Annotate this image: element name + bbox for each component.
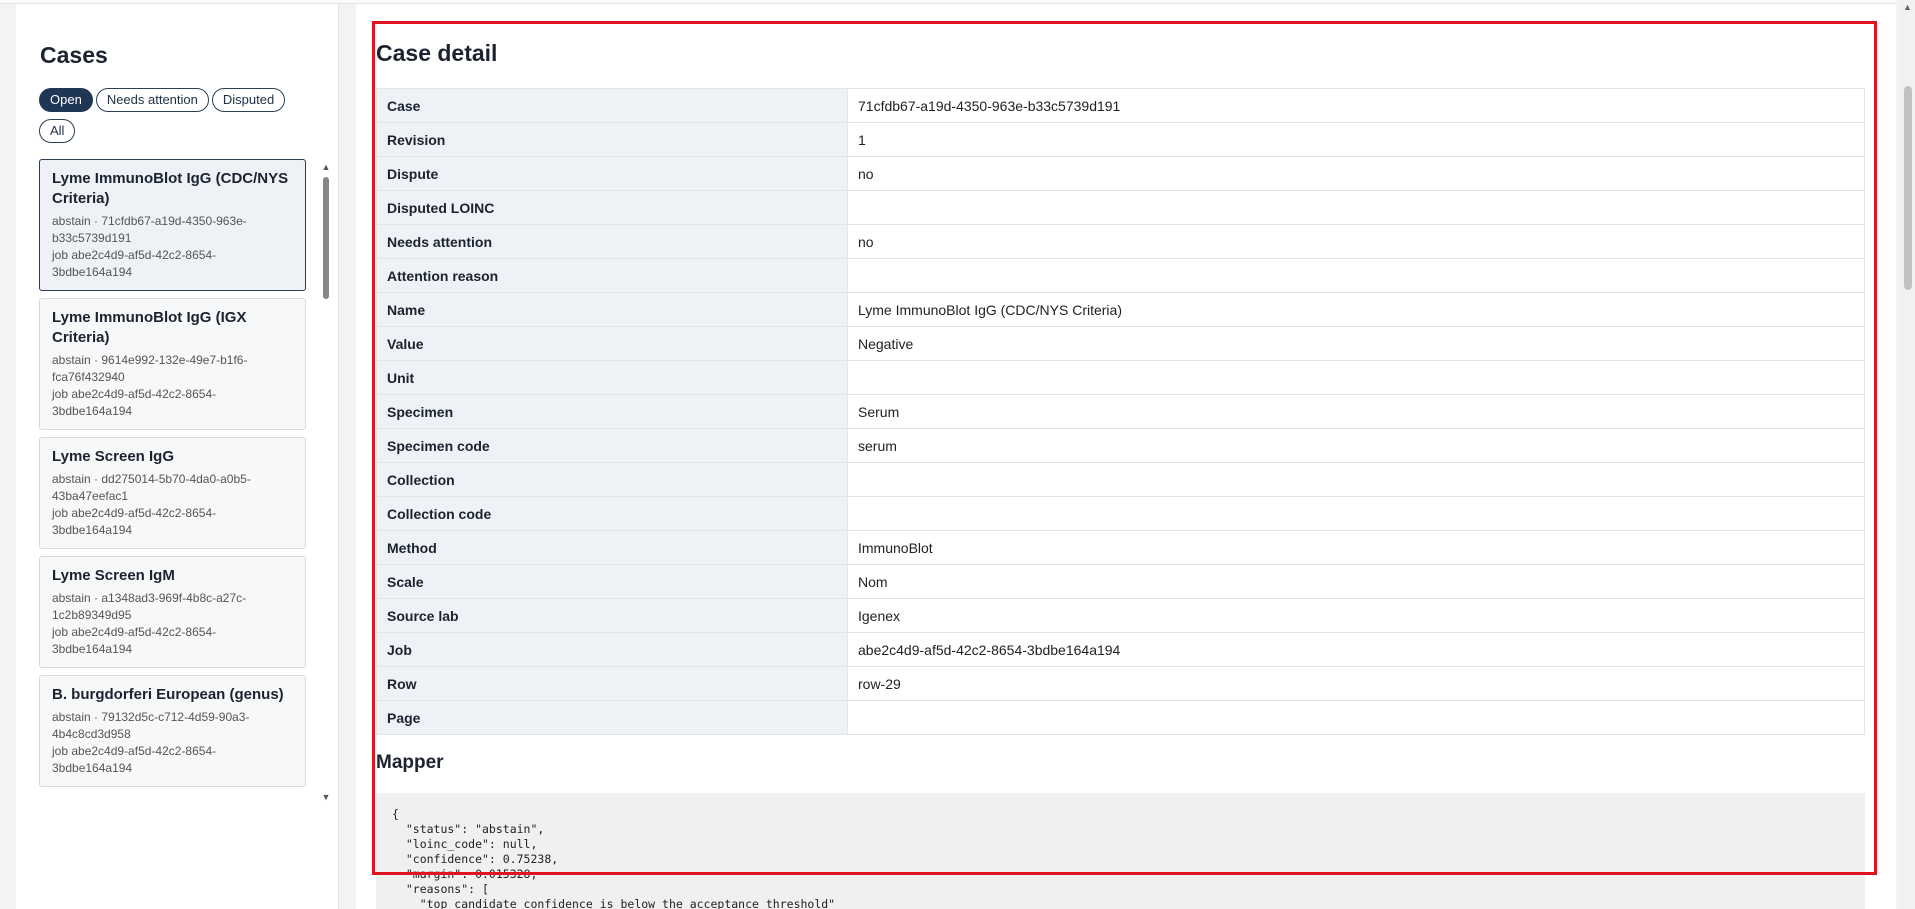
case-job: job abe2c4d9-af5d-42c2-8654-3bdbe164a194: [52, 625, 217, 656]
detail-row: Dispute no: [376, 156, 1865, 191]
detail-key: Name: [376, 292, 848, 327]
detail-key: Collection code: [376, 496, 848, 531]
detail-value: serum: [847, 428, 1865, 463]
case-status-id: abstain · dd275014-5b70-4da0-a0b5-43ba47…: [52, 472, 251, 503]
mapper-title: Mapper: [376, 752, 444, 773]
detail-value: abe2c4d9-af5d-42c2-8654-3bdbe164a194: [847, 632, 1865, 667]
case-status-id: abstain · 79132d5c-c712-4d59-90a3-4b4c8c…: [52, 710, 250, 741]
detail-row: Job abe2c4d9-af5d-42c2-8654-3bdbe164a194: [376, 632, 1865, 667]
case-title: Lyme ImmunoBlot IgG (IGX Criteria): [52, 309, 247, 346]
detail-key: Page: [376, 700, 848, 735]
case-list-item[interactable]: B. burgdorferi European (genus) abstain ·…: [39, 675, 306, 787]
case-status-id: abstain · 9614e992-132e-49e7-b1f6-fca76f…: [52, 353, 248, 384]
detail-key: Collection: [376, 462, 848, 497]
detail-row: Row row-29: [376, 666, 1865, 701]
page-title: Case detail: [376, 40, 498, 66]
detail-value: Negative: [847, 326, 1865, 361]
detail-row: Specimen Serum: [376, 394, 1865, 429]
detail-value: no: [847, 156, 1865, 191]
detail-key: Dispute: [376, 156, 848, 191]
detail-value: Igenex: [847, 598, 1865, 633]
case-list[interactable]: Lyme ImmunoBlot IgG (CDC/NYS Criteria) ab…: [39, 159, 306, 799]
case-job: job abe2c4d9-af5d-42c2-8654-3bdbe164a194: [52, 387, 217, 418]
detail-key: Scale: [376, 564, 848, 599]
page-scroll-thumb[interactable]: [1904, 86, 1912, 290]
detail-row: Attention reason: [376, 258, 1865, 293]
detail-row: Method ImmunoBlot: [376, 530, 1865, 565]
case-list-item[interactable]: Lyme Screen IgM abstain · a1348ad3-969f-4…: [39, 556, 306, 668]
detail-row: Revision 1: [376, 122, 1865, 157]
detail-row: Collection code: [376, 496, 1865, 531]
case-detail-panel: Case detail Case 71cfdb67-a19d-4350-963e-…: [356, 4, 1896, 909]
detail-row: Value Negative: [376, 326, 1865, 361]
page-scroll-up-icon[interactable]: ▲: [1900, 2, 1915, 12]
case-detail-table: Case 71cfdb67-a19d-4350-963e-b33c5739d191…: [376, 88, 1865, 735]
scroll-up-icon[interactable]: ▲: [321, 162, 331, 172]
filter-chip-all[interactable]: All: [39, 119, 76, 143]
detail-key: Job: [376, 632, 848, 667]
detail-row: Disputed LOINC: [376, 190, 1865, 225]
filter-chips: Open Needs attention Disputed All: [39, 88, 319, 150]
scroll-down-icon[interactable]: ▼: [321, 792, 331, 802]
detail-row: Case 71cfdb67-a19d-4350-963e-b33c5739d191: [376, 88, 1865, 123]
detail-key: Source lab: [376, 598, 848, 633]
detail-value: no: [847, 224, 1865, 259]
detail-row: Name Lyme ImmunoBlot IgG (CDC/NYS Criteri…: [376, 292, 1865, 327]
case-status-id: abstain · a1348ad3-969f-4b8c-a27c-1c2b89…: [52, 591, 247, 622]
detail-value: [847, 190, 1865, 225]
detail-row: Source lab Igenex: [376, 598, 1865, 633]
case-title: Lyme ImmunoBlot IgG (CDC/NYS Criteria): [52, 170, 289, 207]
detail-value: [847, 700, 1865, 735]
detail-key: Method: [376, 530, 848, 565]
detail-key: Specimen code: [376, 428, 848, 463]
detail-value: Serum: [847, 394, 1865, 429]
cases-sidebar: Cases Open Needs attention Disputed All Lym…: [16, 4, 339, 909]
case-status-id: abstain · 71cfdb67-a19d-4350-963e-b33c57…: [52, 214, 247, 245]
filter-chip-needs-attention[interactable]: Needs attention: [95, 88, 209, 112]
case-job: job abe2c4d9-af5d-42c2-8654-3bdbe164a194: [52, 506, 217, 537]
detail-key: Case: [376, 88, 848, 123]
detail-key: Unit: [376, 360, 848, 395]
case-list-item[interactable]: Lyme ImmunoBlot IgG (IGX Criteria) abstai…: [39, 298, 306, 430]
detail-row: Scale Nom: [376, 564, 1865, 599]
detail-value: Lyme ImmunoBlot IgG (CDC/NYS Criteria): [847, 292, 1865, 327]
case-list-item[interactable]: Lyme Screen IgG abstain · dd275014-5b70-4…: [39, 437, 306, 549]
page-scrollbar[interactable]: ▲: [1900, 0, 1915, 909]
scroll-thumb[interactable]: [323, 177, 329, 299]
detail-row: Collection: [376, 462, 1865, 497]
case-job: job abe2c4d9-af5d-42c2-8654-3bdbe164a194: [52, 744, 217, 775]
case-title: Lyme Screen IgM: [52, 567, 175, 584]
filter-chip-open[interactable]: Open: [39, 88, 93, 112]
detail-row: Page: [376, 700, 1865, 735]
case-job: job abe2c4d9-af5d-42c2-8654-3bdbe164a194: [52, 248, 217, 279]
case-list-item[interactable]: Lyme ImmunoBlot IgG (CDC/NYS Criteria) ab…: [39, 159, 306, 291]
case-title: Lyme Screen IgG: [52, 448, 174, 465]
detail-value: 1: [847, 122, 1865, 157]
detail-key: Value: [376, 326, 848, 361]
detail-value: ImmunoBlot: [847, 530, 1865, 565]
case-title: B. burgdorferi European (genus): [52, 686, 284, 703]
detail-value: [847, 462, 1865, 497]
detail-row: Unit: [376, 360, 1865, 395]
detail-key: Row: [376, 666, 848, 701]
detail-value: row-29: [847, 666, 1865, 701]
detail-key: Revision: [376, 122, 848, 157]
sidebar-title: Cases: [40, 42, 108, 68]
filter-chip-disputed[interactable]: Disputed: [211, 88, 286, 112]
detail-value: Nom: [847, 564, 1865, 599]
detail-key: Disputed LOINC: [376, 190, 848, 225]
detail-value: [847, 360, 1865, 395]
detail-key: Specimen: [376, 394, 848, 429]
detail-value: [847, 496, 1865, 531]
detail-value: [847, 258, 1865, 293]
detail-row: Needs attention no: [376, 224, 1865, 259]
detail-row: Specimen code serum: [376, 428, 1865, 463]
detail-key: Attention reason: [376, 258, 848, 293]
detail-key: Needs attention: [376, 224, 848, 259]
detail-value: 71cfdb67-a19d-4350-963e-b33c5739d191: [847, 88, 1865, 123]
case-list-scrollbar[interactable]: ▲ ▼: [321, 159, 331, 802]
mapper-json: { "status": "abstain", "loinc_code": nul…: [376, 793, 1865, 909]
